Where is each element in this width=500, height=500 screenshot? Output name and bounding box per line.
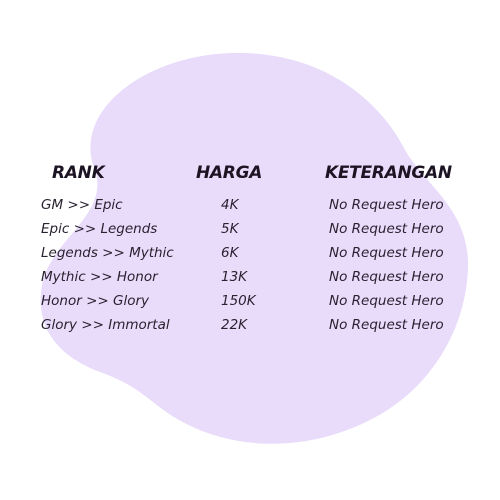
row-keterangan: No Request Hero [329,293,444,309]
row-harga: 6K [221,245,239,261]
row-harga: 22K [221,317,248,333]
row-keterangan: No Request Hero [329,197,444,213]
row-harga: 150K [221,293,256,309]
row-rank: Mythic >> Honor [41,269,158,285]
row-keterangan: No Request Hero [329,317,444,333]
row-rank: Legends >> Mythic [41,245,174,261]
row-rank: Glory >> Immortal [41,317,170,333]
row-harga: 5K [221,221,239,237]
header-harga: HARGA [196,163,263,183]
header-rank: RANK [52,163,105,183]
row-keterangan: No Request Hero [329,221,444,237]
row-keterangan: No Request Hero [329,245,444,261]
header-keterangan: KETERANGAN [325,163,452,183]
row-keterangan: No Request Hero [329,269,444,285]
row-harga: 4K [221,197,239,213]
row-rank: Epic >> Legends [41,221,158,237]
row-rank: GM >> Epic [41,197,123,213]
row-harga: 13K [221,269,248,285]
row-rank: Honor >> Glory [41,293,149,309]
